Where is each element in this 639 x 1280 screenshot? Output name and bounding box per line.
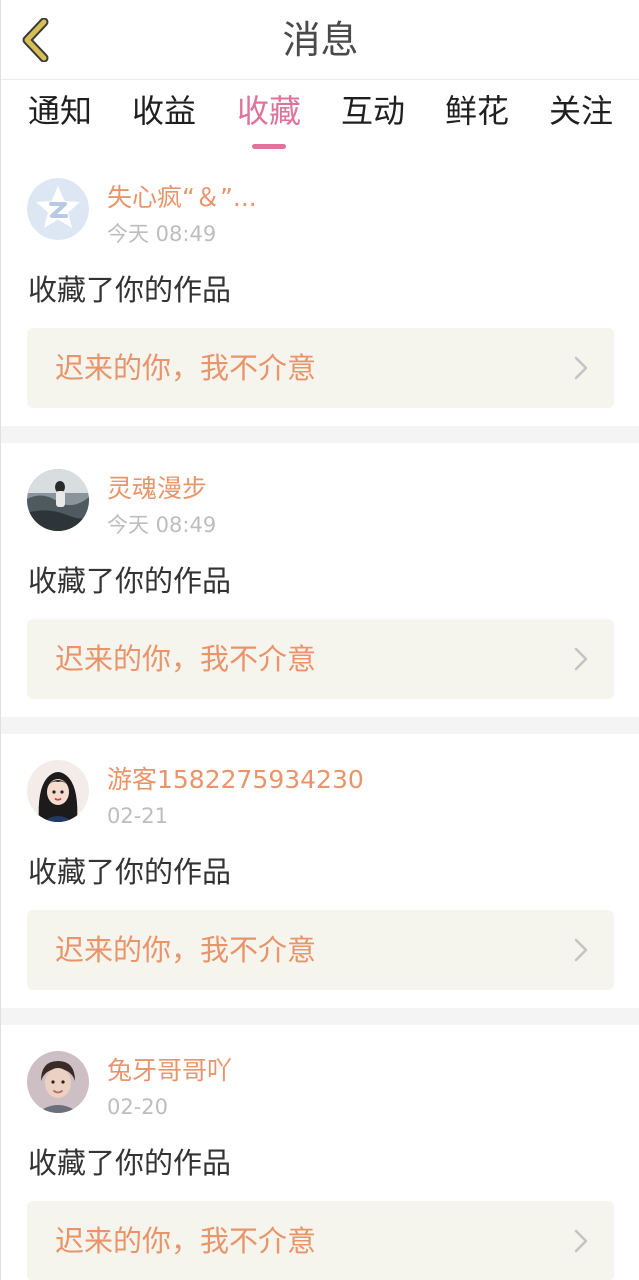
message-card: 失心疯“＆”... 今天 08:49 收藏了你的作品 迟来的你，我不介意	[1, 152, 639, 426]
action-text: 收藏了你的作品	[28, 564, 232, 598]
message-list: 失心疯“＆”... 今天 08:49 收藏了你的作品 迟来的你，我不介意 灵魂漫…	[1, 152, 639, 1280]
tab-label: 关注	[548, 92, 613, 130]
page-title: 消息	[282, 18, 359, 62]
work-link-box[interactable]: 迟来的你，我不介意	[27, 1201, 614, 1280]
tab-label: 收藏	[236, 92, 301, 130]
work-title: 迟来的你，我不介意	[55, 933, 317, 967]
action-text: 收藏了你的作品	[28, 273, 232, 307]
header-bar: 消息	[1, 0, 639, 80]
message-card: 游客1582275934230 02-21 收藏了你的作品 迟来的你，我不介意	[1, 734, 639, 1008]
user-name-link[interactable]: 游客1582275934230	[107, 764, 364, 796]
tab-bar: 通知 收益 收藏 互动 鲜花 关注	[1, 80, 639, 152]
app-frame: 消息 通知 收益 收藏 互动 鲜花 关注 失心疯“＆”... 今天 08:49 …	[0, 0, 639, 1280]
work-link-box[interactable]: 迟来的你，我不介意	[27, 910, 614, 990]
chevron-right-icon	[574, 938, 588, 962]
chevron-right-icon	[574, 647, 588, 671]
photo-avatar-icon[interactable]	[27, 469, 89, 531]
work-title: 迟来的你，我不介意	[55, 351, 317, 385]
user-name-link[interactable]: 灵魂漫步	[107, 473, 207, 505]
tab-follows[interactable]: 关注	[541, 88, 621, 144]
tab-label: 收益	[131, 92, 196, 130]
tab-label: 鲜花	[444, 92, 509, 130]
message-card: 兔牙哥哥吖 02-20 收藏了你的作品 迟来的你，我不介意	[1, 1025, 639, 1280]
tab-flowers[interactable]: 鲜花	[437, 88, 517, 144]
action-text: 收藏了你的作品	[28, 855, 232, 889]
tab-earnings[interactable]: 收益	[124, 88, 204, 144]
work-title: 迟来的你，我不介意	[55, 642, 317, 676]
action-text: 收藏了你的作品	[28, 1146, 232, 1180]
user-name-link[interactable]: 兔牙哥哥吖	[107, 1055, 232, 1087]
message-time: 02-21	[107, 804, 169, 828]
tab-label: 通知	[27, 92, 92, 130]
message-time: 今天 08:49	[107, 222, 217, 246]
illustrated-girl-avatar-icon[interactable]	[27, 760, 89, 822]
qq-star-avatar-icon[interactable]	[27, 178, 89, 240]
chevron-right-icon	[574, 356, 588, 380]
active-tab-indicator	[252, 144, 286, 149]
message-time: 今天 08:49	[107, 513, 217, 537]
message-time: 02-20	[107, 1095, 169, 1119]
portrait-avatar-icon[interactable]	[27, 1051, 89, 1113]
tab-interactions[interactable]: 互动	[333, 88, 413, 144]
work-link-box[interactable]: 迟来的你，我不介意	[27, 328, 614, 408]
message-card: 灵魂漫步 今天 08:49 收藏了你的作品 迟来的你，我不介意	[1, 443, 639, 717]
chevron-right-icon	[574, 1229, 588, 1253]
tab-label: 互动	[340, 92, 405, 130]
card-divider	[1, 1008, 639, 1025]
card-divider	[1, 426, 639, 443]
work-title: 迟来的你，我不介意	[55, 1224, 317, 1258]
tab-favorites[interactable]: 收藏	[229, 88, 309, 149]
card-divider	[1, 717, 639, 734]
tab-notifications[interactable]: 通知	[20, 88, 100, 144]
user-name-link[interactable]: 失心疯“＆”...	[107, 182, 257, 214]
work-link-box[interactable]: 迟来的你，我不介意	[27, 619, 614, 699]
